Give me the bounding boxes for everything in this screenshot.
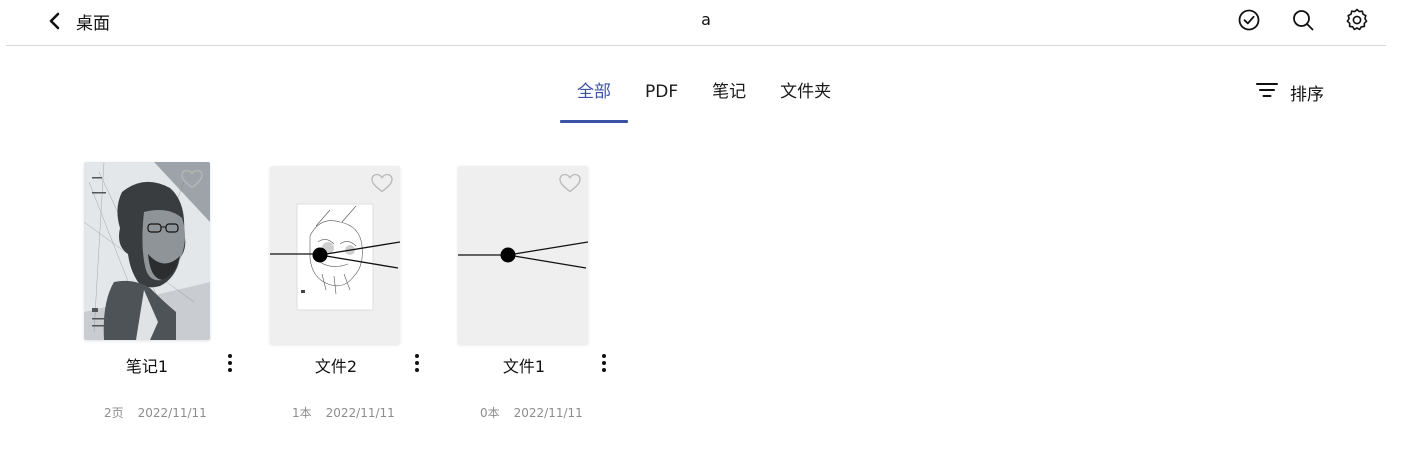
sort-label: 排序 [1290,84,1324,105]
item-date: 2022/11/11 [137,406,207,420]
header-divider [6,45,1386,46]
page-title: a [701,10,711,29]
file-card: 笔记1 2页 2022/11/11 [76,160,236,430]
item-count: 0本 [480,406,500,420]
item-date: 2022/11/11 [513,406,583,420]
item-count: 1本 [292,406,312,420]
sort-lines-icon [1256,80,1278,104]
item-name[interactable]: 文件1 [454,353,594,377]
pdf-cover-thumbnail[interactable] [458,166,588,344]
tab-notes[interactable]: 笔记 [695,78,763,122]
item-name[interactable]: 笔记1 [77,353,217,377]
more-options-icon[interactable] [224,354,236,378]
tab-all[interactable]: 全部 [560,78,628,123]
more-options-icon[interactable] [411,354,423,378]
item-name[interactable]: 文件2 [266,353,406,377]
item-count: 2页 [104,406,124,420]
heart-outline-icon[interactable] [558,172,582,194]
tab-folders[interactable]: 文件夹 [763,78,848,122]
gear-icon[interactable] [1344,7,1370,33]
item-meta: 0本 2022/11/11 [480,404,583,421]
search-icon[interactable] [1290,7,1316,33]
tab-pdf[interactable]: PDF [628,78,695,122]
item-meta: 2页 2022/11/11 [104,404,207,421]
top-bar: 桌面 a [0,0,1406,46]
item-date: 2022/11/11 [325,406,395,420]
heart-outline-icon[interactable] [180,168,204,190]
file-card: 文件2 1本 2022/11/11 [262,160,422,430]
more-options-icon[interactable] [598,354,610,378]
note-cover-thumbnail[interactable] [84,162,210,340]
item-meta: 1本 2022/11/11 [292,404,395,421]
heart-outline-icon[interactable] [370,172,394,194]
pdf-cover-thumbnail[interactable] [270,166,400,344]
filter-tabs: 全部 PDF 笔记 文件夹 [560,78,848,124]
check-circle-icon[interactable] [1236,7,1262,33]
file-card: 文件1 0本 2022/11/11 [450,160,610,430]
sort-button[interactable]: 排序 [1256,80,1324,105]
